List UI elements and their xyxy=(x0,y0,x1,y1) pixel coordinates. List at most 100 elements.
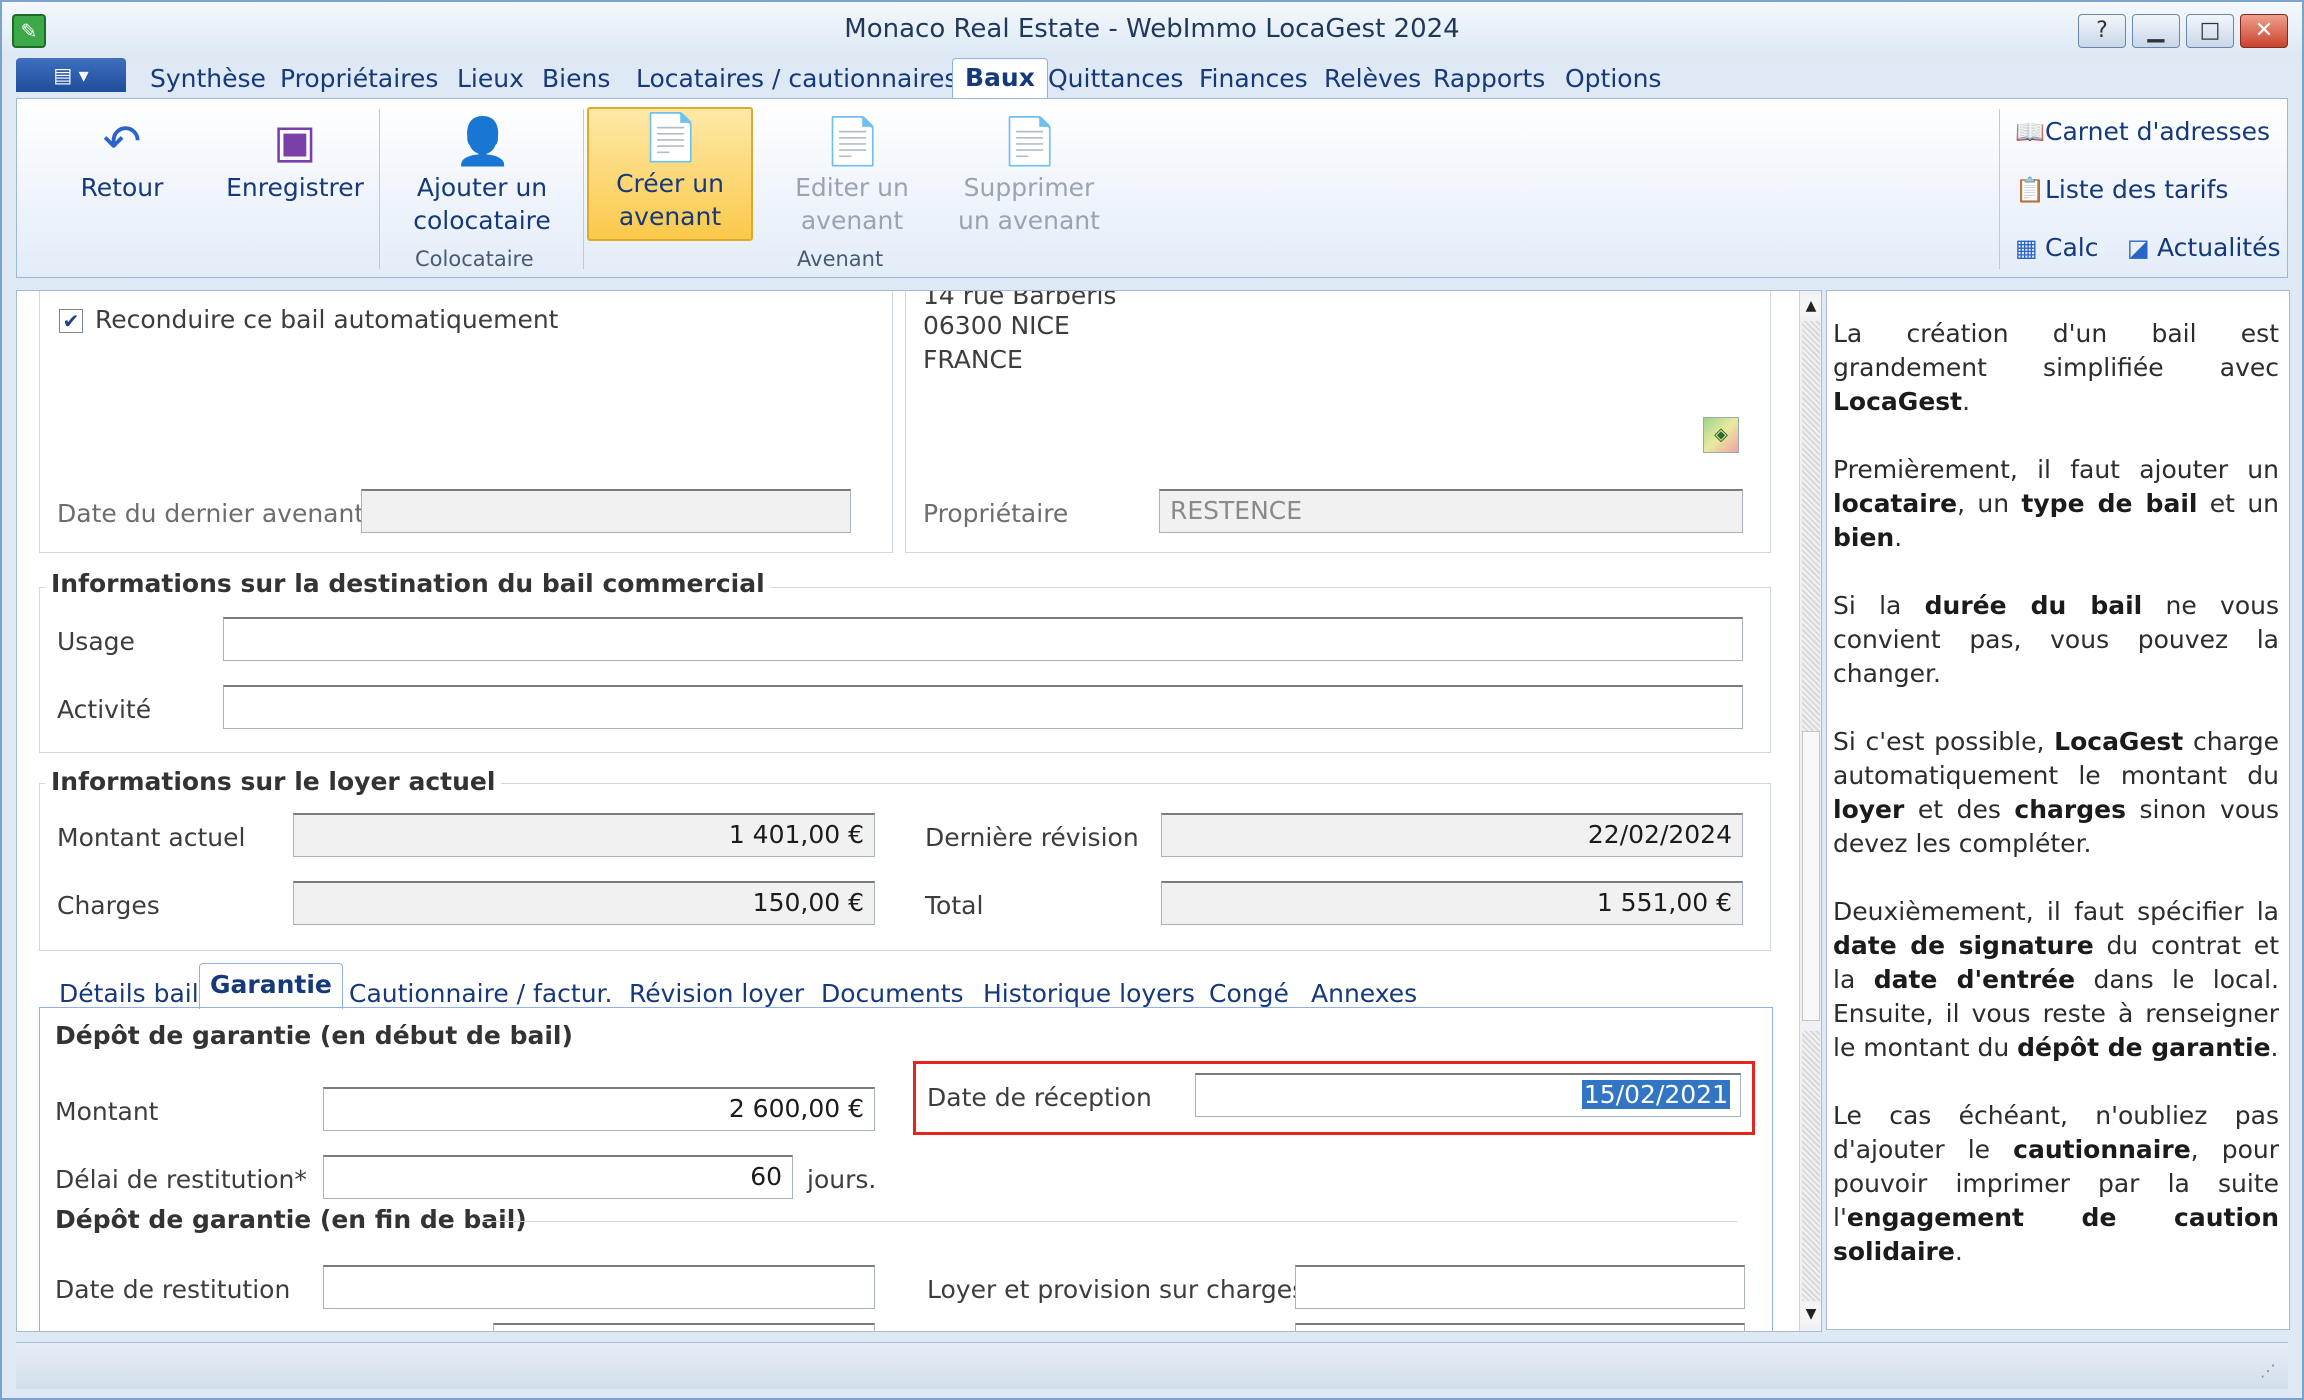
delai-restitution-field[interactable]: 60 xyxy=(323,1155,793,1199)
help-bold: engagement de caution solidaire xyxy=(1833,1203,2279,1266)
help-paragraph-1: La création d'un bail est grandement sim… xyxy=(1833,317,2279,419)
calculator-icon: ▦ xyxy=(2015,234,2038,262)
enregistrer-label: Enregistrer xyxy=(226,173,364,202)
window-controls: ? ▁ □ ✕ xyxy=(2078,14,2288,48)
liste-tarifs-link[interactable]: 📋Liste des tarifs xyxy=(2015,175,2228,204)
editer-label-2: avenant xyxy=(800,206,904,235)
ribbon-separator xyxy=(583,109,584,269)
address-book-icon: 📖 xyxy=(2015,118,2045,146)
tab-rapports[interactable]: Rapports xyxy=(1433,64,1545,93)
usage-field[interactable] xyxy=(223,617,1743,661)
creer-avenant-button[interactable]: 📄 Créer un avenant xyxy=(587,107,753,241)
ajouter-colocataire-button[interactable]: 👤 Ajouter un colocataire xyxy=(389,113,575,237)
derniere-revision-field[interactable]: 22/02/2024 xyxy=(1161,813,1743,857)
date-restitution-field[interactable] xyxy=(323,1265,875,1309)
help-button[interactable]: ? xyxy=(2078,14,2126,48)
calc-label: Calc xyxy=(2045,233,2099,262)
retour-button[interactable]: ↶ Retour xyxy=(57,113,187,204)
tab-locataires[interactable]: Locataires / cautionnaires xyxy=(636,64,957,93)
charges-field[interactable]: 150,00 € xyxy=(293,881,875,925)
subtab-annexes[interactable]: Annexes xyxy=(1311,979,1417,1008)
scroll-up-icon[interactable]: ▲ xyxy=(1800,295,1821,317)
reconduire-checkbox[interactable]: ✔ xyxy=(59,309,83,333)
help-paragraph-2: Premièrement, il faut ajouter un locatai… xyxy=(1833,453,2279,555)
date-dernier-avenant-label: Date du dernier avenant xyxy=(57,499,365,528)
loyer-box xyxy=(39,783,1771,951)
tab-biens[interactable]: Biens xyxy=(542,64,610,93)
tab-options[interactable]: Options xyxy=(1565,64,1661,93)
tarifs-label: Liste des tarifs xyxy=(2045,175,2229,204)
resize-grip-icon[interactable]: ⋰ xyxy=(2258,1361,2278,1381)
tab-quittances[interactable]: Quittances xyxy=(1048,64,1183,93)
calc-link[interactable]: ▦ Calc xyxy=(2015,233,2098,262)
price-list-icon: 📋 xyxy=(2015,176,2045,204)
loyer-legend: Informations sur le loyer actuel xyxy=(45,767,502,796)
help-bold: type de bail xyxy=(2021,489,2198,518)
depot-debut-legend: Dépôt de garantie (en début de bail) xyxy=(49,1021,579,1050)
enregistrer-button[interactable]: ▣ Enregistrer xyxy=(207,113,383,204)
help-bold: dépôt de garantie xyxy=(2017,1033,2271,1062)
charges-label: Charges xyxy=(57,891,160,920)
scroll-down-icon[interactable]: ▼ xyxy=(1800,1303,1821,1325)
help-text: . xyxy=(1894,523,1903,552)
montant-garantie-label: Montant xyxy=(55,1097,159,1126)
help-text: La création d'un bail est grandement sim… xyxy=(1833,319,2279,382)
address-line-3: FRANCE xyxy=(923,345,1023,374)
tab-releves[interactable]: Relèves xyxy=(1324,64,1421,93)
actualites-link[interactable]: ◪ Actualités xyxy=(2127,233,2280,262)
scroll-thumb[interactable] xyxy=(1802,731,1820,1021)
floppy-disk-icon: ▣ xyxy=(273,114,317,168)
editer-avenant-button[interactable]: 📄 Editer un avenant xyxy=(767,113,937,237)
help-bold: cautionnaire xyxy=(2013,1135,2191,1164)
help-text: . xyxy=(1954,1237,1963,1266)
subtab-historique-loyers[interactable]: Historique loyers xyxy=(983,979,1195,1008)
date-reception-label: Date de réception xyxy=(927,1083,1152,1112)
subtab-details-bail[interactable]: Détails bail xyxy=(59,979,199,1008)
maximize-button[interactable]: □ xyxy=(2186,14,2234,48)
group-avenant-label: Avenant xyxy=(797,247,884,271)
subtab-conge[interactable]: Congé xyxy=(1209,979,1289,1008)
partial-field-left[interactable] xyxy=(493,1323,875,1331)
date-restitution-label: Date de restitution xyxy=(55,1275,291,1304)
montant-actuel-field[interactable]: 1 401,00 € xyxy=(293,813,875,857)
date-reception-field[interactable]: 15/02/2021 xyxy=(1195,1073,1741,1117)
close-button[interactable]: ✕ xyxy=(2240,14,2288,48)
document-delete-icon: 📄 xyxy=(1001,114,1059,168)
group-colocataire-label: Colocataire xyxy=(415,247,534,271)
help-panel: La création d'un bail est grandement sim… xyxy=(1826,290,2290,1330)
carnet-adresses-link[interactable]: 📖Carnet d'adresses xyxy=(2015,117,2270,146)
total-label: Total xyxy=(925,891,984,920)
proprietaire-field[interactable]: RESTENCE xyxy=(1159,489,1743,533)
subtab-documents[interactable]: Documents xyxy=(821,979,964,1008)
help-text: Si la xyxy=(1833,591,1925,620)
vertical-scrollbar[interactable]: ▲ ▼ xyxy=(1799,291,1821,1331)
lease-form: ✔ Reconduire ce bail automatiquement Dat… xyxy=(16,290,1822,1332)
date-dernier-avenant-field[interactable] xyxy=(361,489,851,533)
total-field[interactable]: 1 551,00 € xyxy=(1161,881,1743,925)
tab-baux[interactable]: Baux xyxy=(952,58,1048,102)
activite-field[interactable] xyxy=(223,685,1743,729)
supprimer-avenant-button[interactable]: 📄 Supprimer un avenant xyxy=(939,113,1119,237)
address-line-2: 06300 NICE xyxy=(923,311,1070,340)
subtab-garantie[interactable]: Garantie xyxy=(199,963,343,1009)
tab-proprietaires[interactable]: Propriétaires xyxy=(280,64,438,93)
help-paragraph-6: Le cas échéant, n'oubliez pas d'ajouter … xyxy=(1833,1099,2279,1269)
map-icon[interactable]: ◈ xyxy=(1703,417,1739,453)
tab-finances[interactable]: Finances xyxy=(1199,64,1308,93)
actualites-label: Actualités xyxy=(2157,233,2281,262)
news-icon: ◪ xyxy=(2127,234,2150,262)
minimize-button[interactable]: ▁ xyxy=(2132,14,2180,48)
subtab-revision-loyer[interactable]: Révision loyer xyxy=(629,979,804,1008)
tab-synthese[interactable]: Synthèse xyxy=(150,64,266,93)
help-bold: LocaGest xyxy=(2054,727,2184,756)
montant-garantie-field[interactable]: 2 600,00 € xyxy=(323,1087,875,1131)
partial-field-right[interactable] xyxy=(1295,1323,1745,1331)
tab-lieux[interactable]: Lieux xyxy=(457,64,524,93)
loyer-provision-field[interactable] xyxy=(1295,1265,1745,1309)
ajouter-label-1: Ajouter un xyxy=(416,173,548,202)
help-bold: charges xyxy=(2014,795,2126,824)
app-menu-button[interactable]: ▤ ▾ xyxy=(16,58,126,92)
scroll-track-lower[interactable] xyxy=(1802,1031,1820,1301)
help-text: Deuxièmement, il faut spécifier la xyxy=(1833,897,2279,926)
subtab-cautionnaire[interactable]: Cautionnaire / factur. xyxy=(349,979,613,1008)
